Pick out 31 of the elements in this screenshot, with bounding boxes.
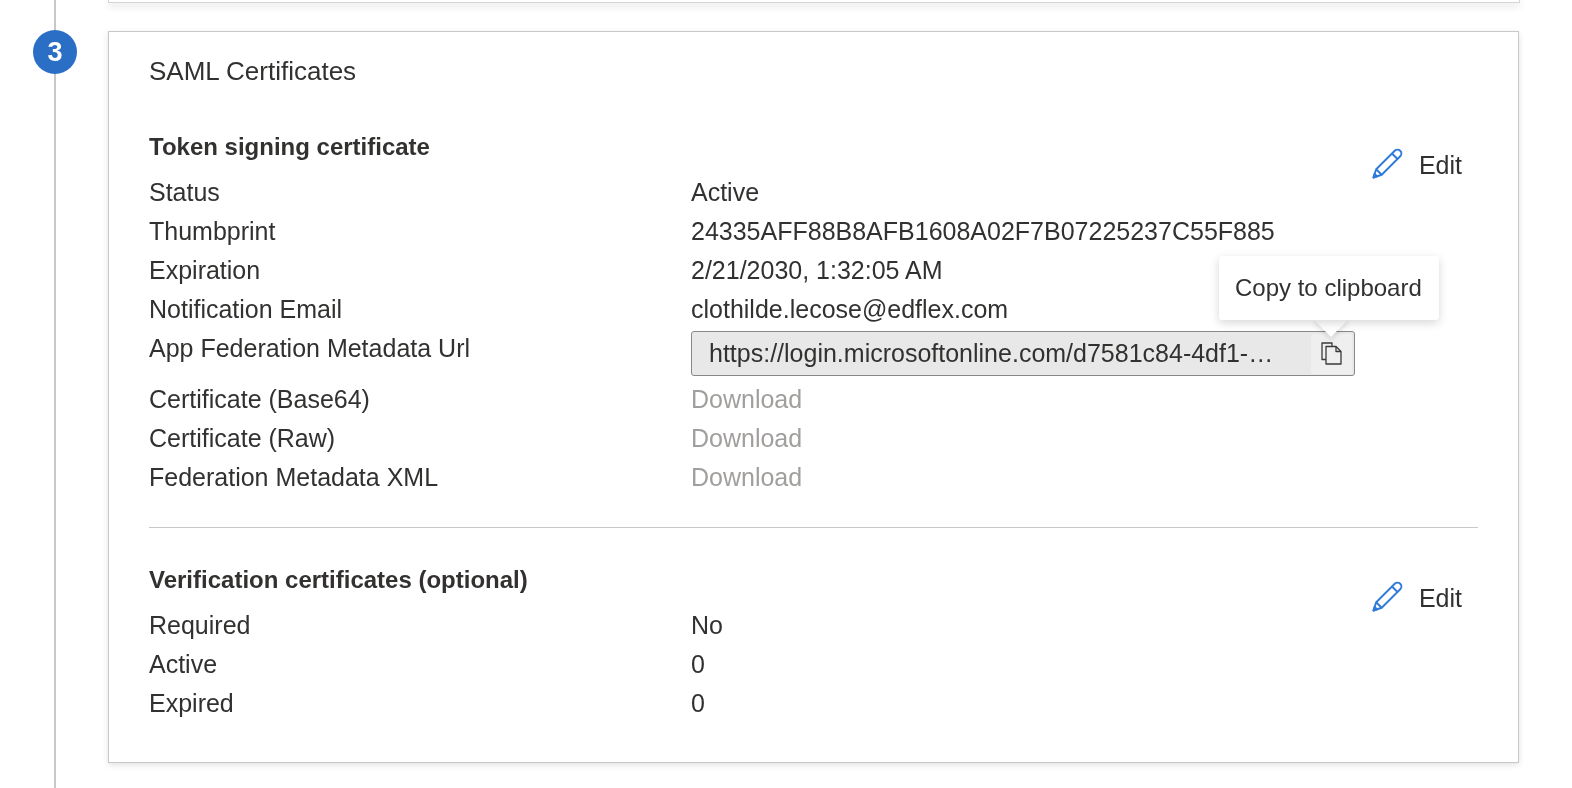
url-field[interactable]: https://login.microsoftonline.com/d7581c84-4df1-… [691,331,1355,376]
pencil-icon [1369,148,1403,181]
field-label: Certificate (Raw) [149,423,336,454]
field-value: clothilde.lecose@edflex.com [691,294,1009,325]
field-label: Expired [149,688,234,719]
field-value: 0 [691,649,705,680]
edit-button[interactable]: Edit [1361,577,1470,618]
field-value: Active [691,177,760,208]
pencil-icon [1369,581,1403,614]
field-value: 24335AFF88B8AFB1608A02F7B07225237C55F885 [691,216,1275,247]
field-label: Expiration [149,255,261,286]
field-label: Notification Email [149,294,343,325]
card-title: SAML Certificates [149,55,357,88]
tooltip: Copy to clipboard [1219,256,1439,337]
field-label: Status [149,177,220,208]
field-value: No [691,610,723,641]
section-heading: Verification certificates (optional) [149,565,528,595]
copy-button[interactable] [1311,333,1352,374]
edit-button[interactable]: Edit [1361,144,1470,185]
step-number: 3 [33,30,77,74]
copy-icon [1321,342,1342,365]
field-label: Certificate (Base64) [149,384,370,415]
field-label: Required [149,610,251,641]
field-label: Thumbprint [149,216,276,247]
field-value: 0 [691,688,705,719]
section-heading: Token signing certificate [149,132,430,162]
field-label: Federation Metadata XML [149,462,439,493]
url-value: https://login.microsoftonline.com/d7581c84-4df1-… [709,338,1275,369]
field-value: 2/21/2030, 1:32:05 AM [691,255,943,286]
field-label: App Federation Metadata Url [149,333,470,364]
field-label: Active [149,649,218,680]
